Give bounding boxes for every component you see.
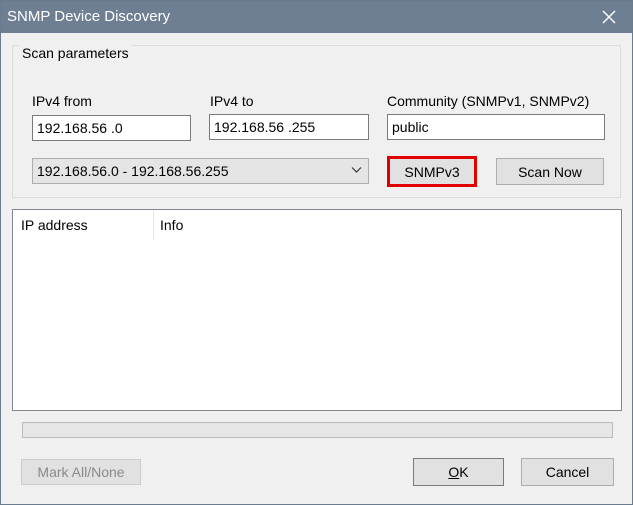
- ipv4-to-input[interactable]: [209, 114, 369, 140]
- mark-all-none-label: Mark All/None: [37, 464, 125, 480]
- close-icon: [602, 10, 616, 24]
- results-list[interactable]: IP address Info: [12, 209, 622, 411]
- window-title: SNMP Device Discovery: [7, 8, 171, 25]
- ok-button-label: OK: [448, 464, 469, 480]
- column-separator[interactable]: [153, 210, 154, 240]
- chevron-down-icon: [351, 167, 362, 173]
- scan-progress-bar: [22, 422, 613, 438]
- ipv4-to-label: IPv4 to: [210, 93, 254, 109]
- scan-now-button-label: Scan Now: [518, 163, 582, 180]
- scan-parameters-label: Scan parameters: [19, 45, 132, 61]
- community-label: Community (SNMPv1, SNMPv2): [387, 93, 590, 109]
- cancel-button[interactable]: Cancel: [521, 458, 614, 486]
- ip-range-select[interactable]: 192.168.56.0 - 192.168.56.255: [32, 158, 369, 184]
- community-input[interactable]: [387, 114, 605, 140]
- column-header-ip-address[interactable]: IP address: [21, 210, 151, 240]
- ipv4-from-input[interactable]: [32, 115, 191, 141]
- mark-all-none-button[interactable]: Mark All/None: [21, 459, 141, 485]
- snmpv3-button[interactable]: SNMPv3: [387, 156, 477, 187]
- ok-button[interactable]: OK: [413, 458, 504, 486]
- title-bar: SNMP Device Discovery: [1, 1, 632, 33]
- scan-now-button[interactable]: Scan Now: [496, 158, 604, 185]
- ip-range-selected: 192.168.56.0 - 192.168.56.255: [37, 163, 229, 179]
- close-button[interactable]: [586, 1, 632, 33]
- column-header-info[interactable]: Info: [160, 210, 360, 240]
- snmp-discovery-dialog: SNMP Device Discovery Scan parameters IP…: [0, 0, 633, 505]
- snmpv3-button-label: SNMPv3: [404, 163, 460, 180]
- cancel-button-label: Cancel: [545, 464, 590, 480]
- ipv4-from-label: IPv4 from: [32, 93, 92, 109]
